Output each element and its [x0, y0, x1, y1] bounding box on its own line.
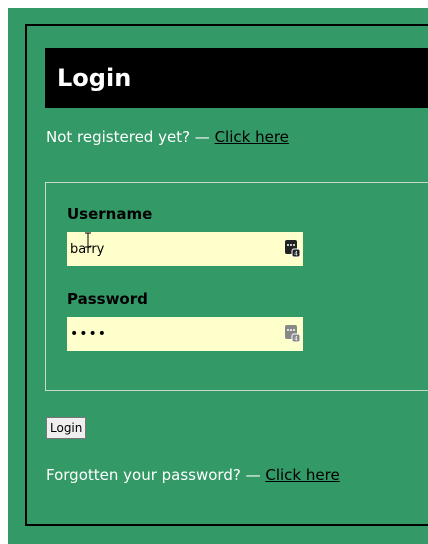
password-manager-icon[interactable]: 4 [285, 240, 300, 257]
password-field[interactable]: •••• 4 [67, 317, 303, 351]
left-strip [0, 0, 8, 544]
page: Login Not registered yet? — Click here U… [0, 0, 428, 544]
svg-text:4: 4 [294, 251, 298, 258]
register-link[interactable]: Click here [215, 128, 289, 146]
text-cursor-icon [85, 232, 91, 248]
page-title: Login [45, 48, 428, 108]
forgot-prompt: Forgotten your password? — [46, 466, 266, 484]
register-line: Not registered yet? — Click here [46, 128, 289, 146]
forgot-line: Forgotten your password? — Click here [46, 466, 340, 484]
top-strip [0, 0, 428, 8]
login-button[interactable]: Login [46, 417, 87, 439]
username-field[interactable]: barry 4 [67, 232, 303, 266]
password-value: •••• [70, 326, 108, 342]
svg-text:4: 4 [294, 336, 298, 343]
register-prompt: Not registered yet? — [46, 128, 215, 146]
password-manager-icon[interactable]: 4 [285, 325, 300, 342]
password-label: Password [67, 290, 148, 308]
username-label: Username [67, 205, 153, 223]
forgot-password-link[interactable]: Click here [265, 466, 339, 484]
